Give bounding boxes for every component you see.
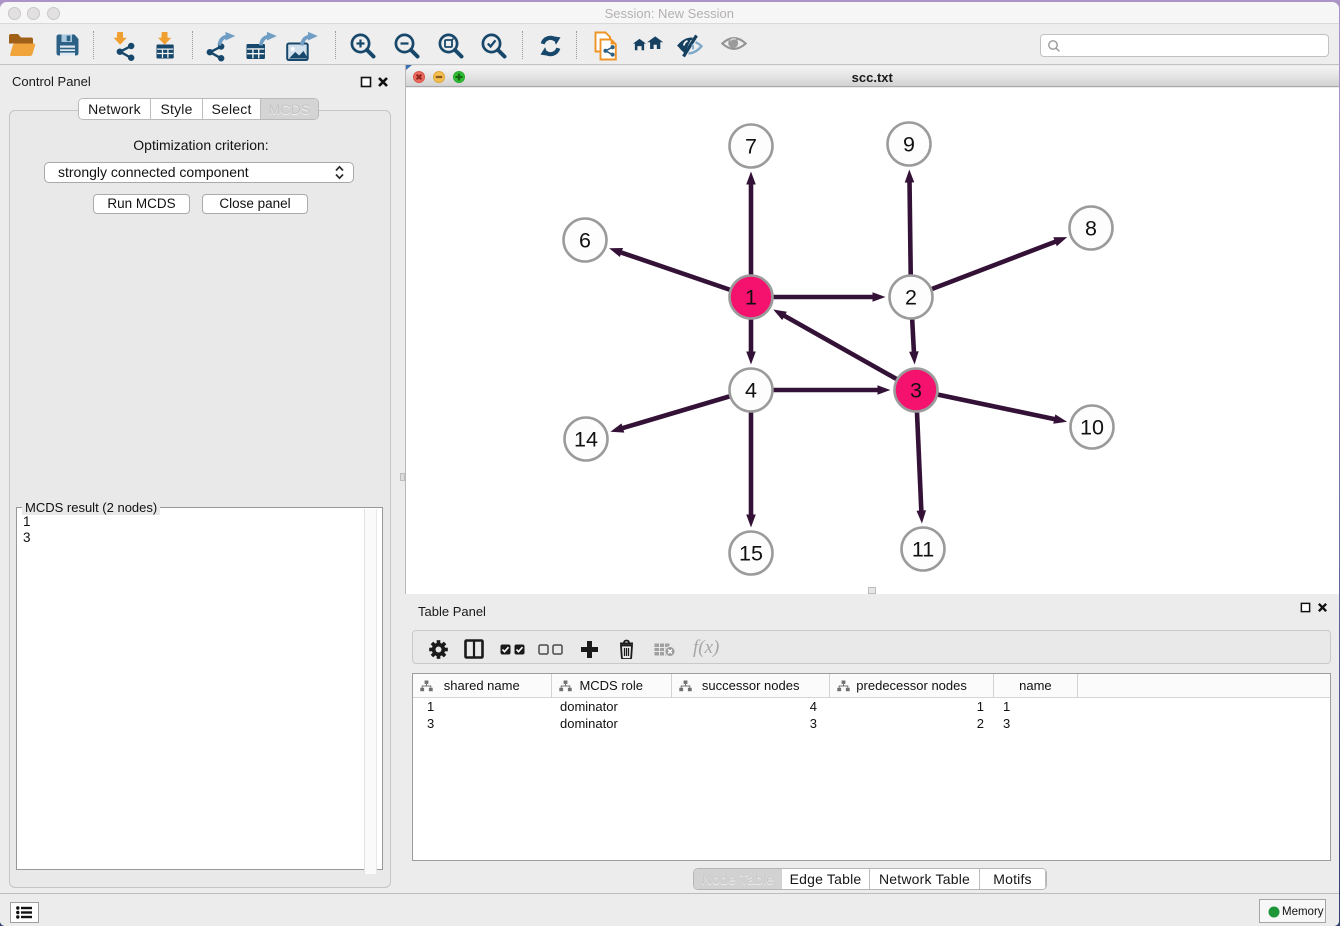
svg-text:15: 15 <box>739 542 763 566</box>
svg-text:8: 8 <box>1085 217 1097 241</box>
svg-text:7: 7 <box>745 135 757 159</box>
svg-text:9: 9 <box>903 133 915 157</box>
svg-text:6: 6 <box>579 229 591 253</box>
svg-text:3: 3 <box>910 379 922 403</box>
svg-text:4: 4 <box>745 379 757 403</box>
svg-text:1: 1 <box>745 286 757 310</box>
svg-text:14: 14 <box>574 428 598 452</box>
svg-text:11: 11 <box>912 538 934 562</box>
svg-text:10: 10 <box>1080 416 1104 440</box>
svg-text:2: 2 <box>905 286 917 310</box>
